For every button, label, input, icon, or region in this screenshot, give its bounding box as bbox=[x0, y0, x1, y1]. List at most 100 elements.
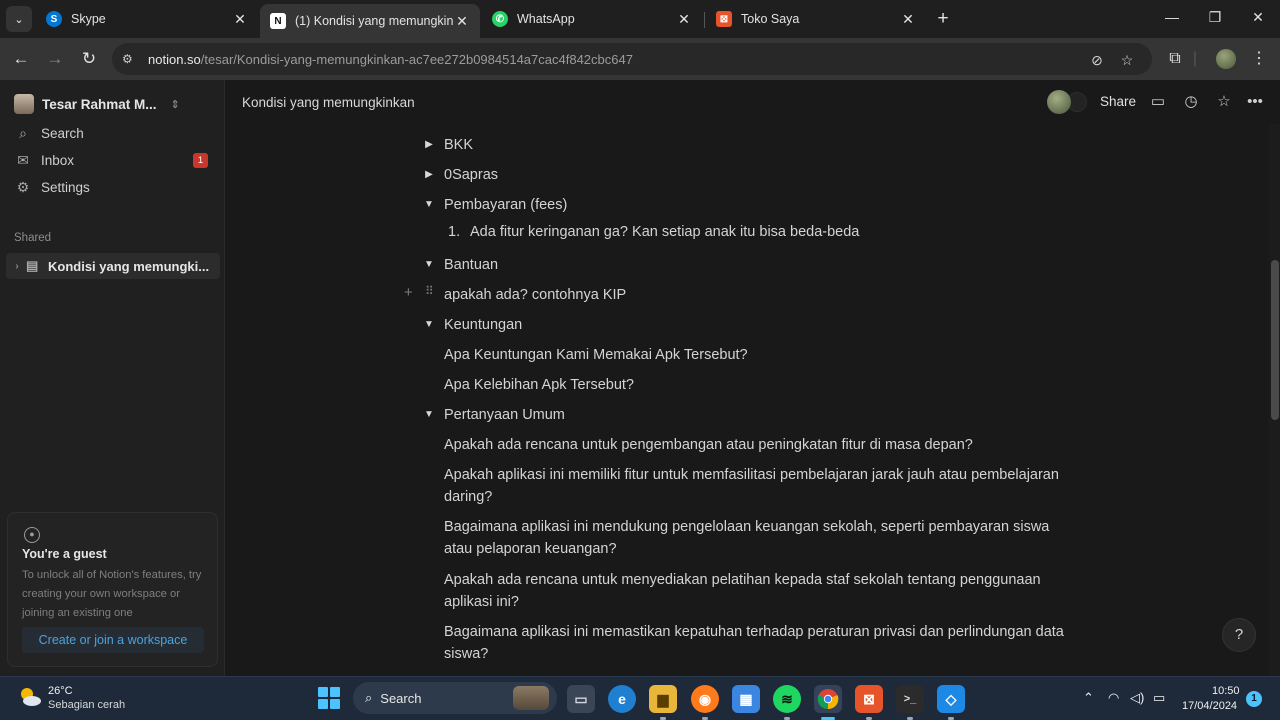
url-path: /tesar/Kondisi-yang-memungkinkan-ac7ee27… bbox=[200, 51, 633, 67]
history-icon[interactable]: ◷ bbox=[1181, 92, 1201, 112]
site-info-icon[interactable]: ⚙ bbox=[122, 52, 138, 66]
extensions-icon[interactable]: ⧉ bbox=[1164, 48, 1186, 70]
search-icon: ⌕ bbox=[19, 125, 27, 141]
tab-toko-saya[interactable]: ⊠ Toko Saya ✕ bbox=[706, 4, 926, 34]
create-workspace-button[interactable]: Create or join a workspace bbox=[22, 627, 204, 653]
minimize-icon[interactable]: — bbox=[1162, 9, 1182, 25]
url-text[interactable]: notion.so/tesar/Kondisi-yang-memungkinka… bbox=[148, 52, 633, 67]
sidebar-item-settings[interactable]: ⚙ Settings bbox=[14, 179, 214, 196]
terminal-icon[interactable]: >_ bbox=[896, 685, 924, 713]
store-app-icon[interactable]: ▦ bbox=[732, 685, 760, 713]
toggle-block-bantuan[interactable]: ▼ Bantuan bbox=[424, 254, 498, 276]
close-icon[interactable]: ✕ bbox=[676, 11, 692, 28]
text-block[interactable]: Apa Kelebihan Apk Tersebut? bbox=[444, 374, 634, 396]
toggle-expanded-icon[interactable]: ▼ bbox=[422, 254, 436, 276]
toggle-expanded-icon[interactable]: ▼ bbox=[422, 404, 436, 426]
firefox-icon[interactable]: ◉ bbox=[691, 685, 719, 713]
text-block[interactable]: Apakah aplikasi ini memiliki fitur untuk… bbox=[444, 464, 1069, 508]
page-content: ▶ BKK ▶ 0Sapras ▼ Pembayaran (fees) 1. Ad… bbox=[226, 124, 1269, 676]
windows-start-icon[interactable] bbox=[318, 687, 340, 709]
browser-menu-icon[interactable]: ⋮ bbox=[1248, 48, 1270, 70]
workspace-switcher[interactable]: Tesar Rahmat M... ⇕ bbox=[14, 94, 214, 114]
add-block-icon[interactable]: + bbox=[404, 284, 413, 301]
toggle-block-pembayaran[interactable]: ▼ Pembayaran (fees) bbox=[424, 194, 567, 216]
bookmark-star-icon[interactable]: ☆ bbox=[1118, 51, 1136, 69]
toggle-expanded-icon[interactable]: ▼ bbox=[422, 194, 436, 216]
partly-sunny-icon[interactable] bbox=[18, 686, 42, 708]
sidebar-page-kondisi[interactable]: › ▤ Kondisi yang memungki... bbox=[6, 253, 220, 279]
windows-taskbar: 26°C Sebagian cerah ⌕ Search ▭ e ▆ ◉ ▦ ≋… bbox=[0, 676, 1280, 720]
help-button[interactable]: ? bbox=[1222, 618, 1256, 652]
text-block[interactable]: Apakah ada rencana untuk pengembangan at… bbox=[444, 434, 1069, 456]
taskbar-search[interactable]: ⌕ Search bbox=[353, 682, 557, 714]
text-block[interactable]: Bagaimana aplikasi ini memastikan kepatu… bbox=[444, 621, 1069, 665]
numbered-list-item[interactable]: 1. Ada fitur keringanan ga? Kan setiap an… bbox=[448, 224, 859, 240]
comment-icon[interactable]: ▭ bbox=[1148, 92, 1168, 112]
tab-whatsapp[interactable]: ✆ WhatsApp ✕ bbox=[482, 4, 702, 34]
toggle-collapsed-icon[interactable]: ▶ bbox=[422, 134, 436, 156]
user-avatar[interactable] bbox=[1047, 90, 1071, 114]
file-explorer-icon[interactable]: ▆ bbox=[649, 685, 677, 713]
wifi-icon[interactable]: ◠ bbox=[1108, 690, 1119, 706]
favorite-star-icon[interactable]: ☆ bbox=[1214, 92, 1234, 112]
task-view-icon[interactable]: ▭ bbox=[567, 685, 595, 713]
tab-separator bbox=[704, 12, 705, 28]
more-options-icon[interactable]: ••• bbox=[1245, 92, 1265, 112]
text-block[interactable]: apakah ada? contohnya KIP bbox=[444, 284, 626, 306]
vscode-icon[interactable]: ◇ bbox=[937, 685, 965, 713]
spotify-icon[interactable]: ≋ bbox=[773, 685, 801, 713]
close-icon[interactable]: ✕ bbox=[900, 11, 916, 28]
new-tab-button[interactable]: + bbox=[932, 8, 954, 30]
chrome-icon[interactable] bbox=[814, 685, 842, 713]
toggle-label: Pertanyaan Umum bbox=[444, 407, 565, 423]
address-bar[interactable]: ⚙ notion.so/tesar/Kondisi-yang-memungkin… bbox=[112, 43, 1152, 75]
reload-icon[interactable]: ↻ bbox=[78, 48, 100, 70]
profile-avatar[interactable] bbox=[1216, 49, 1236, 69]
toggle-block-bkk[interactable]: ▶ BKK bbox=[425, 134, 474, 156]
battery-icon[interactable]: ▭ bbox=[1153, 690, 1165, 706]
scrollbar-thumb[interactable] bbox=[1271, 260, 1279, 420]
chevron-right-icon[interactable]: › bbox=[8, 261, 26, 272]
sidebar-item-search[interactable]: ⌕ Search bbox=[14, 125, 214, 142]
toggle-block-sapras[interactable]: ▶ 0Sapras bbox=[425, 164, 498, 186]
clock-time[interactable]: 10:50 bbox=[1212, 685, 1240, 697]
share-button[interactable]: Share bbox=[1100, 94, 1136, 109]
toggle-block-keuntungan[interactable]: ▼ Keuntungan bbox=[424, 314, 523, 336]
tab-search-menu-icon[interactable]: ⌄ bbox=[6, 6, 32, 32]
back-icon[interactable]: ← bbox=[10, 48, 32, 70]
forward-icon[interactable]: → bbox=[44, 48, 66, 70]
close-icon[interactable]: ✕ bbox=[232, 11, 248, 28]
xampp-icon[interactable]: ⊠ bbox=[855, 685, 883, 713]
breadcrumb[interactable]: Kondisi yang memungkinkan bbox=[242, 95, 415, 110]
toggle-label: BKK bbox=[444, 137, 474, 153]
weather-description[interactable]: Sebagian cerah bbox=[48, 699, 125, 711]
tray-overflow-icon[interactable]: ⌃ bbox=[1083, 690, 1094, 706]
restore-icon[interactable]: ❐ bbox=[1205, 9, 1225, 26]
sidebar-item-inbox[interactable]: ✉ Inbox 1 bbox=[14, 152, 214, 169]
edge-icon[interactable]: e bbox=[608, 685, 636, 713]
toggle-collapsed-icon[interactable]: ▶ bbox=[422, 164, 436, 186]
text-block[interactable]: Apa Keuntungan Kami Memakai Apk Tersebut… bbox=[444, 344, 748, 366]
list-item-text: Ada fitur keringanan ga? Kan setiap anak… bbox=[470, 224, 860, 240]
tab-notion[interactable]: N (1) Kondisi yang memungkinkan ✕ bbox=[260, 4, 480, 38]
toggle-expanded-icon[interactable]: ▼ bbox=[422, 314, 436, 336]
drag-handle-icon[interactable]: ⠿ bbox=[425, 284, 434, 298]
toggle-label: Keuntungan bbox=[444, 317, 523, 333]
volume-icon[interactable]: ◁) bbox=[1130, 690, 1144, 706]
list-number: 1. bbox=[448, 224, 461, 240]
weather-temperature[interactable]: 26°C bbox=[48, 685, 73, 697]
eye-off-icon[interactable]: ⊘ bbox=[1088, 51, 1106, 69]
tab-skype[interactable]: S Skype ✕ bbox=[36, 4, 258, 34]
notification-badge[interactable]: 1 bbox=[1246, 691, 1262, 707]
window-close-icon[interactable]: ✕ bbox=[1248, 9, 1268, 26]
toggle-block-pertanyaan-umum[interactable]: ▼ Pertanyaan Umum bbox=[424, 404, 565, 426]
taskbar-search-label: Search bbox=[380, 690, 422, 706]
text-block[interactable]: Apakah ada rencana untuk menyediakan pel… bbox=[444, 569, 1069, 613]
clock-date[interactable]: 17/04/2024 bbox=[1182, 700, 1237, 712]
inbox-badge: 1 bbox=[193, 153, 208, 168]
notion-icon: N bbox=[270, 13, 286, 29]
guest-title: You're a guest bbox=[22, 547, 107, 561]
text-block[interactable]: Bagaimana aplikasi ini mendukung pengelo… bbox=[444, 516, 1069, 560]
close-icon[interactable]: ✕ bbox=[454, 13, 470, 30]
tab-title: WhatsApp bbox=[517, 12, 575, 26]
